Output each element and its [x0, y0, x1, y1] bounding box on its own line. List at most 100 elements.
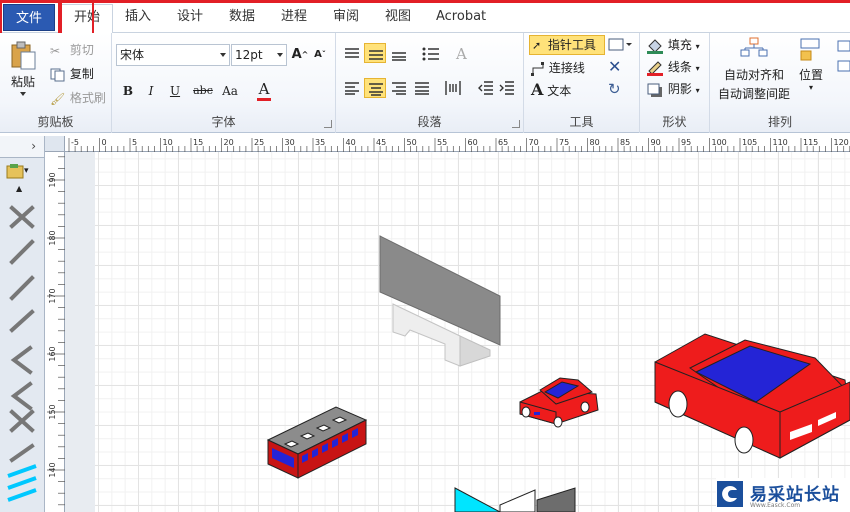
pointer-tool-button[interactable]: ➚ 指针工具 — [529, 35, 605, 55]
line-button[interactable]: 线条 ▾ — [646, 58, 700, 76]
italic-button[interactable]: I — [141, 81, 161, 101]
ribbon: 粘贴 ✂ 剪切 复制 🖌 格式刷 剪贴板 宋体 12pt A^ Aˇ B I U… — [0, 33, 850, 133]
increase-indent-icon[interactable] — [499, 80, 515, 96]
bold-button[interactable]: B — [118, 81, 138, 101]
text-tool-icon: A — [531, 80, 544, 99]
connector-tool-label: 连接线 — [548, 61, 585, 75]
horizontal-ruler[interactable]: -5 0 5 10 15 20 25 30 35 40 45 50 55 60 65 70 75 80 85 90 95… — [65, 136, 850, 152]
underline-button[interactable]: U — [165, 81, 185, 101]
ruler-tick-label: 90 — [651, 138, 661, 147]
line-label: 线条 — [667, 60, 692, 74]
brush-icon: 🖌 — [50, 91, 66, 106]
ruler-tick-label: -5 — [71, 138, 79, 147]
align-middle-icon — [369, 50, 383, 60]
auto-align-button[interactable]: 自动对齐和 自动调整间距 — [714, 37, 794, 102]
ruler-tick-label: 40 — [346, 138, 356, 147]
group-font: 宋体 12pt A^ Aˇ B I U abc Aa A 字体 — [112, 33, 336, 133]
tab-process[interactable]: 进程 — [281, 7, 307, 31]
text-tool-button[interactable]: A 文本 — [531, 80, 571, 99]
page-margin — [65, 152, 95, 512]
accent-line — [0, 0, 850, 3]
font-name-combo[interactable]: 宋体 — [116, 44, 230, 66]
connection-point-icon[interactable]: ↻ — [608, 80, 621, 98]
strikethrough-button[interactable]: abc — [190, 81, 216, 101]
drawing-page[interactable] — [95, 152, 850, 512]
shrink-font-button[interactable]: Aˇ — [310, 45, 330, 65]
text-tool-label: 文本 — [547, 84, 572, 98]
shrink-font-glyph: A — [314, 49, 322, 60]
format-painter-button[interactable]: 🖌 格式刷 — [50, 89, 106, 106]
bus-shape[interactable] — [266, 406, 368, 479]
tab-acrobat[interactable]: Acrobat — [436, 7, 486, 31]
ruler-corner — [45, 136, 65, 152]
paste-label: 粘贴 — [10, 75, 35, 89]
watermark: 易采站长站 Www.Easck.Com — [716, 478, 850, 512]
tab-view[interactable]: 视图 — [385, 7, 411, 31]
grow-font-button[interactable]: A^ — [290, 45, 310, 65]
justify-icon[interactable] — [414, 81, 430, 95]
font-color-glyph: A — [258, 80, 270, 98]
font-dialog-launcher-icon[interactable] — [324, 120, 332, 128]
group-tools: ➚ 指针工具 连接线 ✕ A 文本 ↻ 工具 — [524, 33, 640, 133]
shadow-button[interactable]: 阴影 ▾ — [646, 80, 700, 98]
scissors-icon: ✂ — [50, 43, 61, 58]
copy-button[interactable]: 复制 — [50, 65, 94, 82]
watermark-logo-icon — [717, 481, 743, 507]
font-color-button[interactable]: A — [254, 79, 274, 101]
paragraph-dialog-launcher-icon[interactable] — [512, 120, 520, 128]
close-icon[interactable]: ✕ — [608, 57, 621, 76]
ruler-tick-label: 190 — [48, 172, 57, 187]
cut-label: 剪切 — [69, 43, 94, 57]
ruler-tick-label: 100 — [712, 138, 727, 147]
ruler-tick-label: 80 — [590, 138, 600, 147]
distribute-icon[interactable] — [444, 79, 462, 97]
connector-tool-button[interactable]: 连接线 — [531, 59, 585, 76]
chevron-down-icon[interactable]: ▾ — [24, 166, 29, 176]
bullets-icon[interactable] — [422, 46, 440, 62]
ruler-tick-label: 45 — [376, 138, 386, 147]
align-center-button[interactable] — [364, 78, 386, 98]
scroll-up-icon[interactable]: ▲ — [16, 184, 22, 193]
align-left-icon[interactable] — [344, 81, 360, 95]
bring-forward-icon[interactable] — [836, 39, 850, 75]
tab-design[interactable]: 设计 — [177, 7, 203, 31]
group-arrange: 自动对齐和 自动调整间距 位置 ▾ 排列 — [710, 33, 850, 133]
fill-button[interactable]: 填充 ▾ — [646, 36, 700, 54]
expand-chevron-icon[interactable]: › — [31, 139, 36, 153]
align-bottom-icon[interactable] — [391, 47, 407, 61]
paste-icon — [11, 41, 36, 70]
decrease-indent-icon[interactable] — [478, 80, 494, 96]
ruler-tick-label: 85 — [620, 138, 630, 147]
ruler-tick-label: 150 — [48, 404, 57, 419]
ruler-tick-label: 115 — [803, 138, 818, 147]
grow-font-glyph: A — [291, 47, 302, 62]
align-center-icon — [369, 83, 383, 96]
ruler-tick-label: 50 — [407, 138, 417, 147]
shadow-icon — [647, 83, 662, 97]
ramp-shape[interactable] — [454, 487, 576, 512]
rectangle-tool-button[interactable] — [608, 37, 632, 52]
chevron-down-icon: ▾ — [808, 83, 813, 92]
align-top-icon[interactable] — [344, 47, 360, 61]
small-car-shape[interactable] — [519, 377, 599, 428]
ruler-tick-label: 15 — [193, 138, 203, 147]
align-middle-button[interactable] — [364, 43, 386, 63]
stencil-shapes-icon[interactable] — [4, 198, 40, 512]
tab-data[interactable]: 数据 — [229, 7, 255, 31]
large-car-shape[interactable] — [654, 333, 850, 459]
change-case-button[interactable]: Aa — [218, 81, 242, 101]
paste-button[interactable]: 粘贴 — [8, 41, 38, 98]
cut-button[interactable]: ✂ 剪切 — [50, 41, 94, 58]
billboard-shape[interactable] — [379, 235, 501, 367]
ruler-tick-label: 170 — [48, 288, 57, 303]
position-button[interactable]: 位置 ▾ — [798, 37, 824, 92]
tab-insert[interactable]: 插入 — [125, 7, 151, 31]
vertical-ruler[interactable]: 190 180 170 160 150 140 — [45, 152, 65, 512]
font-size-combo[interactable]: 12pt — [231, 44, 287, 66]
stencil-folder-icon[interactable] — [6, 163, 24, 179]
vertical-ruler-ticks: 190 180 170 160 150 140 — [47, 156, 65, 506]
text-direction-icon[interactable]: A — [456, 45, 467, 63]
tab-review[interactable]: 审阅 — [333, 7, 359, 31]
align-right-icon[interactable] — [391, 81, 407, 95]
chevron-down-icon: ▾ — [695, 86, 700, 95]
